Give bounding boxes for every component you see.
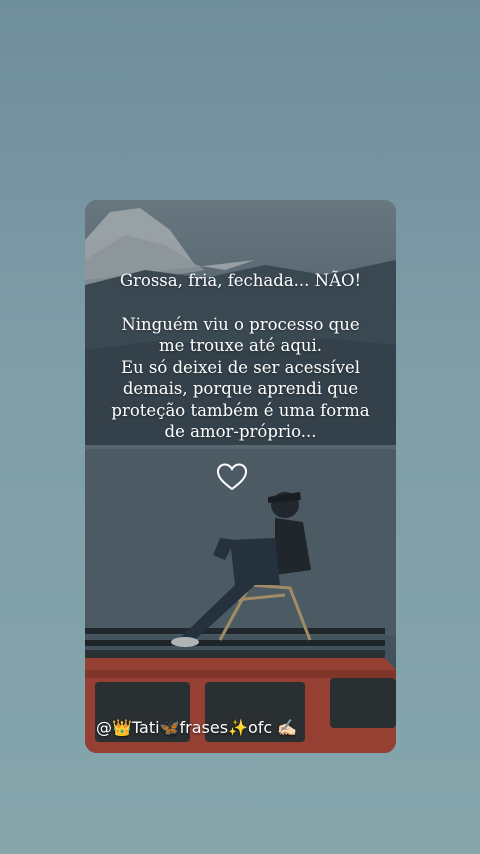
heart-outline-icon <box>216 463 248 491</box>
quote-line-5: demais, porque aprendi que <box>122 379 359 398</box>
story-card: Grossa, fria, fechada... NÃO! Ninguém vi… <box>85 200 396 753</box>
quote-line-4: Eu só deixei de ser acessível <box>120 357 361 377</box>
quote-line-3: me trouxe até aqui. <box>158 336 323 355</box>
author-handle: @👑Tati🦋frases✨ofc ✍🏻 <box>96 718 298 737</box>
quote-line-7: de amor-próprio... <box>164 422 317 441</box>
quote-text: Grossa, fria, fechada... NÃO! Ninguém vi… <box>85 270 396 443</box>
quote-gap <box>85 292 396 314</box>
quote-line-6: proteção também é uma forma <box>111 400 370 420</box>
quote-line-2: Ninguém viu o processo que <box>121 314 360 334</box>
quote-line-1: Grossa, fria, fechada... NÃO! <box>119 271 362 290</box>
